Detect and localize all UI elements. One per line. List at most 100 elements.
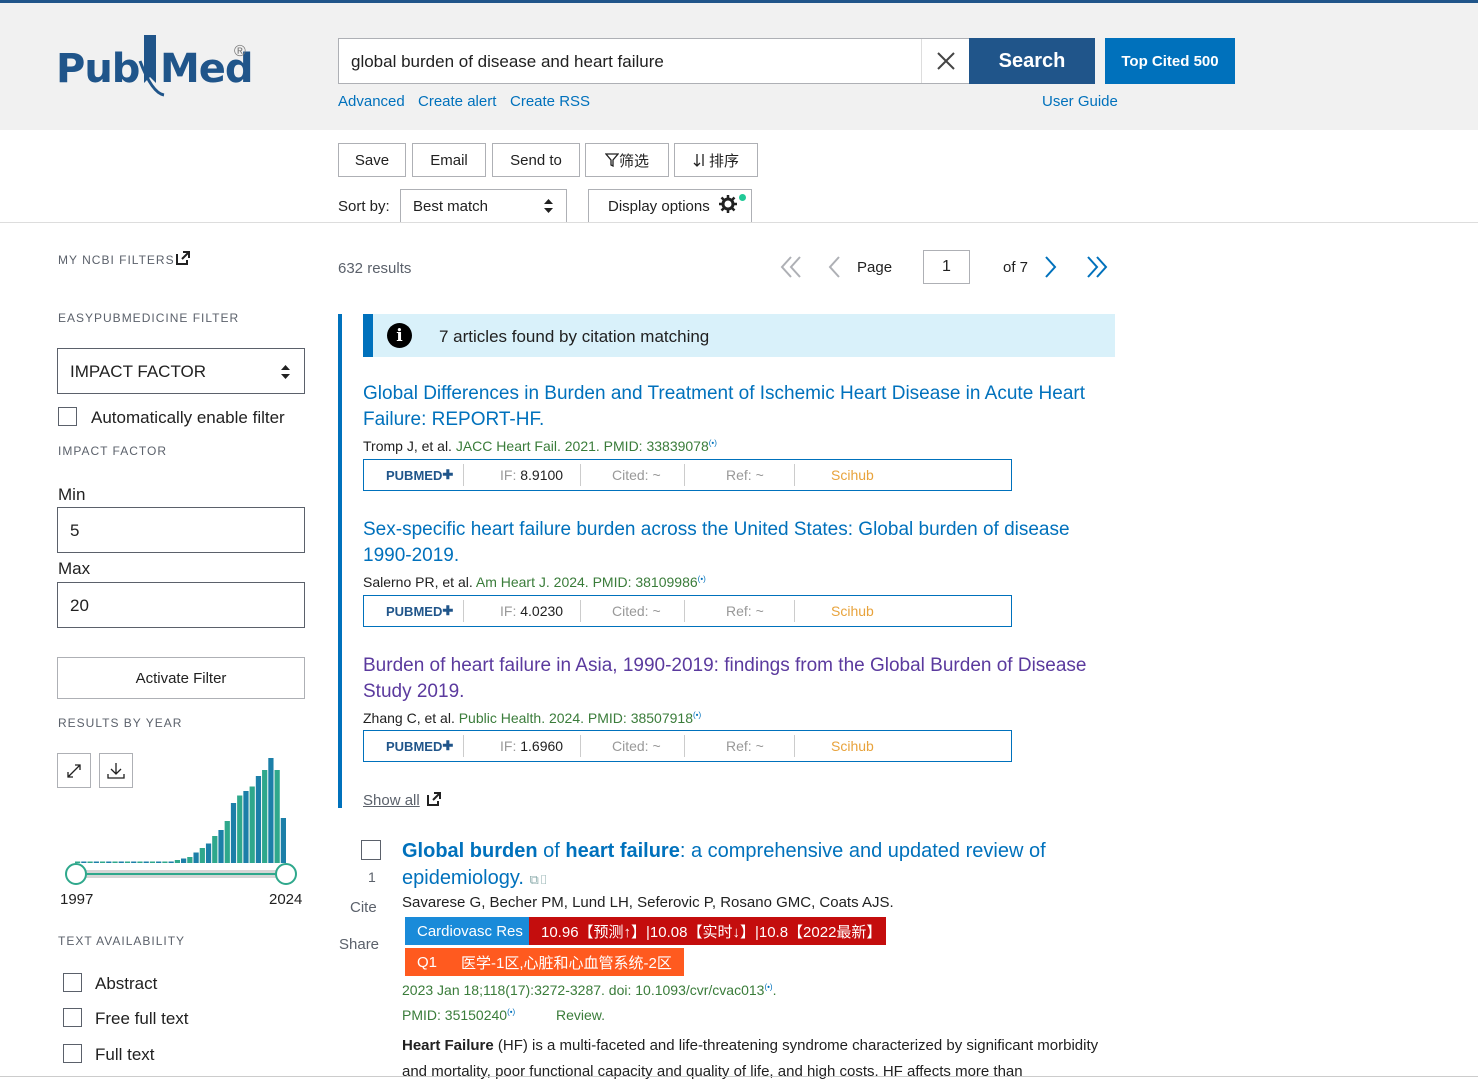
sort-icon	[693, 154, 704, 167]
year-bar	[268, 758, 274, 863]
activate-filter-button[interactable]: Activate Filter	[57, 657, 305, 699]
first-page-icon[interactable]	[778, 254, 804, 280]
publication-type: Review.	[556, 1007, 606, 1023]
impact-factor-heading: IMPACT FACTOR	[58, 444, 168, 458]
external-link-icon[interactable]	[427, 792, 441, 806]
gear-icon	[719, 195, 737, 213]
max-label: Max	[58, 559, 91, 578]
info-icon: i	[387, 323, 412, 348]
full-text-checkbox[interactable]	[63, 1044, 82, 1063]
journal-tag[interactable]: Cardiovasc Res	[405, 917, 535, 945]
article-title[interactable]: Sex-specific heart failure burden across…	[363, 517, 1103, 569]
save-button[interactable]: Save	[338, 143, 406, 177]
result-checkbox[interactable]	[361, 840, 381, 860]
article-title[interactable]: Burden of heart failure in Asia, 1990-20…	[363, 653, 1103, 705]
search-query[interactable]: global burden of disease and heart failu…	[351, 52, 664, 72]
cited-count[interactable]: Cited: ~	[612, 731, 661, 761]
funnel-icon	[604, 153, 619, 167]
filter-button[interactable]: 筛选	[585, 143, 669, 177]
article-journal[interactable]: Public Health. 2024. PMID: 38507918	[459, 710, 693, 726]
sort-by-label: Sort by:	[338, 198, 390, 215]
pubmed-plus-logo[interactable]: PUBMED ✚	[386, 596, 453, 626]
year-bar	[75, 861, 81, 863]
min-input[interactable]: 5	[57, 507, 305, 553]
filter-type-value: IMPACT FACTOR	[70, 362, 207, 381]
year-bar	[143, 861, 149, 863]
divider	[0, 1076, 1478, 1077]
scihub-link[interactable]: Scihub	[831, 596, 874, 626]
year-bar	[87, 861, 93, 863]
article-authors: Zhang C, et al.	[363, 710, 455, 726]
article-title[interactable]: Global Differences in Burden and Treatme…	[363, 381, 1103, 433]
next-page-icon[interactable]	[1042, 254, 1060, 280]
result-pmid: PMID: 35150240(•)	[402, 1007, 516, 1023]
impact-factor: IF: 1.6960	[500, 738, 564, 754]
filter-type-select[interactable]: IMPACT FACTOR	[57, 348, 305, 394]
top-cited-button[interactable]: Top Cited 500	[1105, 38, 1235, 84]
abstract-checkbox[interactable]	[63, 973, 82, 992]
year-bar	[99, 861, 106, 863]
sort-select[interactable]: Best match	[400, 189, 567, 223]
cited-count[interactable]: Cited: ~	[612, 596, 661, 626]
article-metrics-bar: PUBMED ✚ IF: 4.0230 Cited: ~ Ref: ~ Scihu…	[363, 595, 1012, 627]
user-guide-link[interactable]: User Guide	[1042, 93, 1118, 110]
abstract-label: Abstract	[95, 974, 158, 993]
create-rss-link[interactable]: Create RSS	[510, 93, 590, 110]
cited-count[interactable]: Cited: ~	[612, 460, 661, 490]
max-input[interactable]: 20	[57, 582, 305, 628]
article-authors: Salerno PR, et al.	[363, 574, 473, 590]
results-by-year-chart[interactable]	[57, 755, 307, 895]
close-icon	[936, 52, 955, 70]
sort-button[interactable]: 排序	[674, 143, 758, 177]
results-count: 632 results	[338, 260, 412, 277]
external-link-icon[interactable]	[176, 251, 190, 265]
header: Pub Med ® global burden of disease and h…	[0, 3, 1478, 130]
pubmed-plus-logo[interactable]: PUBMED ✚	[386, 460, 453, 490]
year-slider-start-handle[interactable]	[65, 863, 87, 885]
email-button[interactable]: Email	[412, 143, 486, 177]
my-ncbi-filters-heading[interactable]: MY NCBI FILTERS	[58, 253, 175, 267]
advanced-link[interactable]: Advanced	[338, 93, 405, 110]
share-button[interactable]: Share	[339, 936, 379, 953]
result-title[interactable]: Global burden of heart failure: a compre…	[402, 838, 1102, 893]
article-journal[interactable]: Am Heart J. 2024. PMID: 38109986	[476, 574, 698, 590]
clear-search-button[interactable]	[921, 39, 969, 83]
year-bar	[174, 860, 180, 863]
prev-page-icon[interactable]	[825, 254, 843, 280]
ref-count[interactable]: Ref: ~	[726, 596, 764, 626]
signal-icon: (•)	[697, 574, 706, 584]
citation-match-bar	[338, 314, 342, 808]
year-bar	[149, 861, 156, 863]
text-availability-heading: TEXT AVAILABILITY	[58, 934, 186, 948]
show-all-link[interactable]: Show all	[363, 792, 420, 809]
ref-count[interactable]: Ref: ~	[726, 731, 764, 761]
search-button[interactable]: Search	[969, 38, 1095, 84]
article-journal[interactable]: JACC Heart Fail. 2021. PMID: 33839078	[456, 438, 709, 454]
free-full-text-checkbox[interactable]	[63, 1008, 82, 1027]
year-bar	[81, 861, 87, 863]
pubmed-logo[interactable]: Pub Med ®	[56, 33, 256, 103]
translate-icon[interactable]: ⧉▯	[530, 872, 549, 887]
pubmed-plus-logo[interactable]: PUBMED ✚	[386, 731, 453, 761]
scihub-link[interactable]: Scihub	[831, 731, 874, 761]
cite-button[interactable]: Cite	[350, 899, 377, 916]
year-bar	[181, 858, 187, 863]
scihub-link[interactable]: Scihub	[831, 460, 874, 490]
easypubmedicine-filter-heading: EASYPUBMEDICINE FILTER	[58, 311, 240, 325]
article-authors: Tromp J, et al.	[363, 438, 452, 454]
create-alert-link[interactable]: Create alert	[418, 93, 496, 110]
year-bar	[168, 861, 174, 863]
article-meta: Zhang C, et al. Public Health. 2024. PMI…	[363, 710, 701, 726]
display-options-button[interactable]: Display options	[588, 189, 752, 223]
search-input[interactable]: global burden of disease and heart failu…	[338, 38, 970, 84]
year-bar	[118, 861, 124, 863]
auto-enable-checkbox[interactable]	[58, 407, 77, 426]
year-end-label: 2024	[269, 891, 303, 908]
year-bar	[199, 848, 205, 863]
last-page-icon[interactable]	[1084, 254, 1110, 280]
year-bar	[93, 861, 99, 863]
year-slider-end-handle[interactable]	[275, 863, 297, 885]
send-to-button[interactable]: Send to	[492, 143, 580, 177]
ref-count[interactable]: Ref: ~	[726, 460, 764, 490]
page-number-input[interactable]: 1	[923, 250, 970, 284]
